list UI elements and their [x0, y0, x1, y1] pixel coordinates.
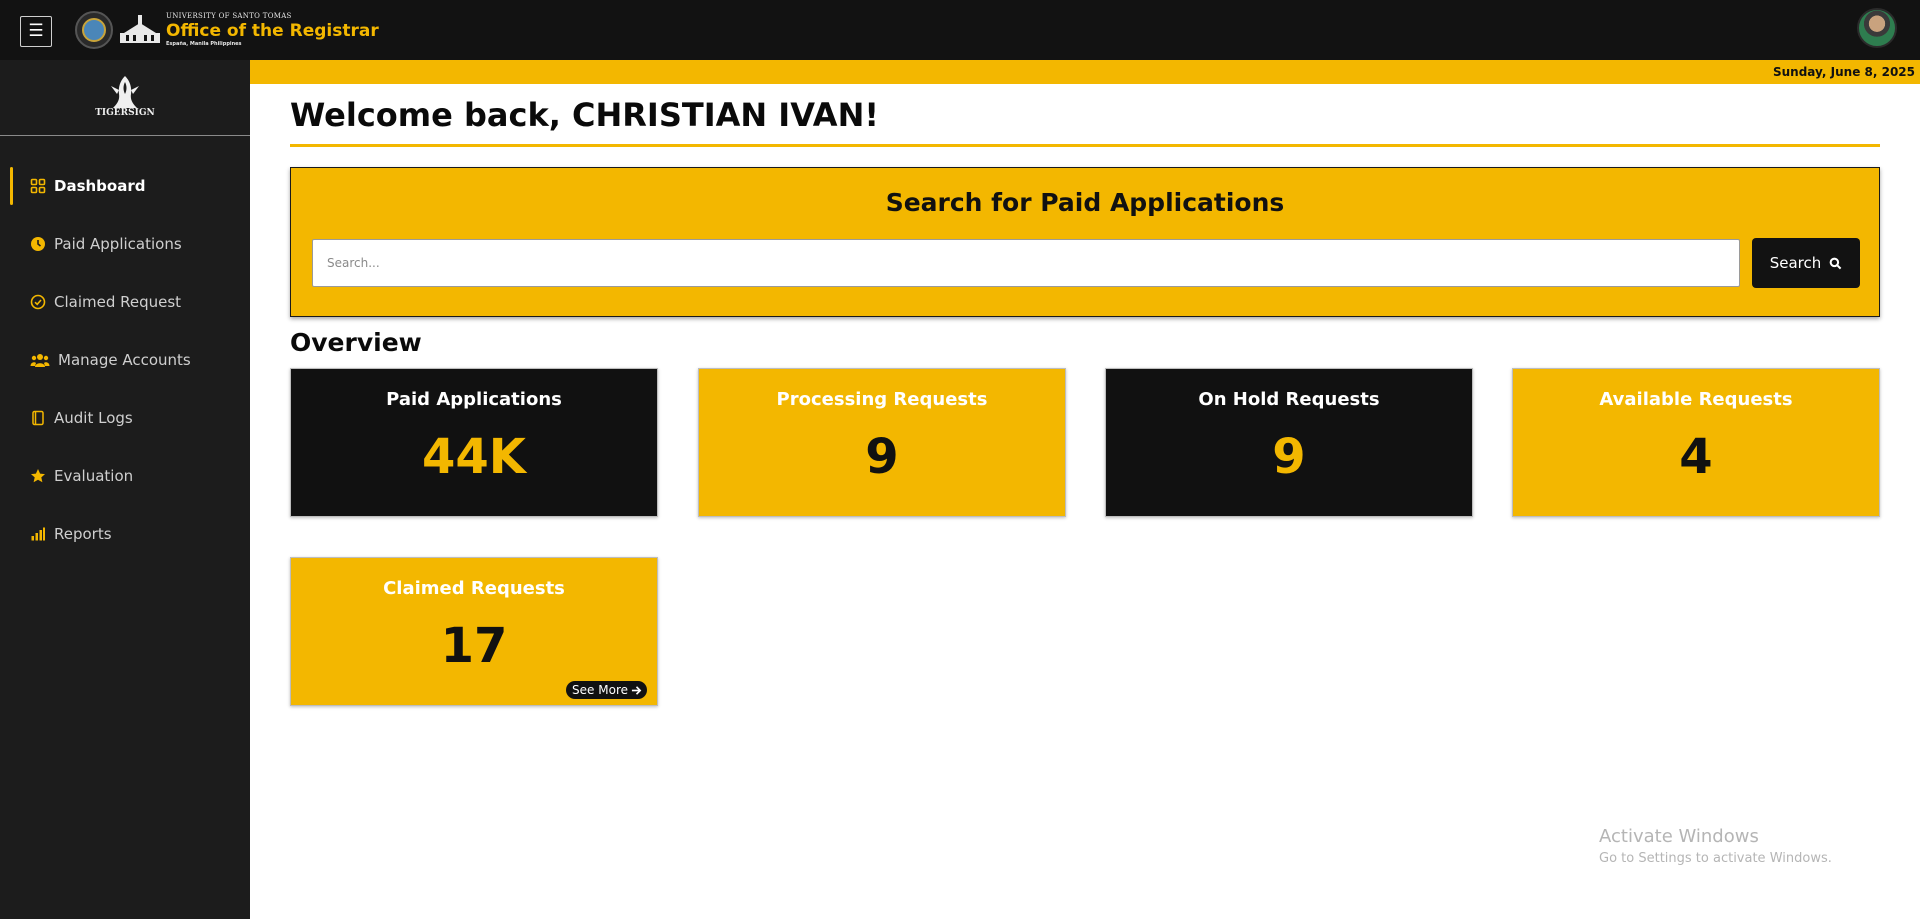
sidebar-nav: Dashboard Paid Applications Claimed Requ… [0, 157, 250, 563]
watermark-title: Activate Windows [1599, 826, 1759, 847]
office-location: España, Manila Philippines [166, 41, 242, 47]
card-title: On Hold Requests [1198, 389, 1380, 410]
sidebar-item-label: Dashboard [54, 177, 146, 195]
sidebar-item-label: Evaluation [54, 467, 134, 485]
sidebar-item-evaluation[interactable]: Evaluation [0, 447, 250, 505]
sidebar-item-dashboard[interactable]: Dashboard [0, 157, 250, 215]
sidebar-item-manage-accounts[interactable]: Manage Accounts [0, 331, 250, 389]
card-value: 44K [422, 429, 526, 485]
sidebar-item-reports[interactable]: Reports [0, 505, 250, 563]
search-panel: Search for Paid Applications Search [290, 167, 1880, 317]
sidebar-item-label: Paid Applications [54, 235, 182, 253]
welcome-heading: Welcome back, CHRISTIAN IVAN! [290, 96, 879, 134]
sidebar-item-label: Manage Accounts [58, 351, 191, 369]
university-name: UNIVERSITY OF SANTO TOMAS [166, 12, 292, 20]
see-more-label: See More [572, 683, 628, 697]
watermark-subtitle: Go to Settings to activate Windows. [1599, 851, 1832, 866]
card-value: 9 [1272, 429, 1306, 485]
card-value: 9 [865, 429, 899, 485]
users-icon [30, 352, 50, 368]
search-icon [1829, 257, 1842, 269]
book-icon [30, 410, 46, 426]
tigersign-logo: TIGERSIGN [0, 60, 250, 136]
star-icon [30, 468, 46, 484]
tigersign-text: TIGERSIGN [95, 108, 155, 118]
card-title: Processing Requests [776, 389, 988, 410]
card-title: Claimed Requests [383, 578, 565, 599]
grid-icon [30, 178, 46, 194]
sidebar: TIGERSIGN Dashboard Paid Applications Cl… [0, 60, 250, 919]
search-button-label: Search [1769, 254, 1822, 272]
sidebar-item-claimed-request[interactable]: Claimed Request [0, 273, 250, 331]
sidebar-item-label: Audit Logs [54, 409, 133, 427]
tiger-icon [111, 76, 139, 108]
activate-windows-watermark: Activate Windows Go to Settings to activ… [1599, 826, 1832, 866]
stat-card-available-requests: Available Requests 4 [1512, 368, 1880, 517]
top-bar: ☰ UNIVERSITY OF SANTO TOMAS Office of th… [0, 0, 1920, 60]
search-input[interactable] [312, 239, 1740, 287]
divider [290, 144, 1880, 147]
overview-heading: Overview [290, 328, 422, 357]
clock-icon [30, 236, 46, 252]
search-title: Search for Paid Applications [885, 188, 1285, 217]
current-date: Sunday, June 8, 2025 [1772, 65, 1915, 79]
brand-block: UNIVERSITY OF SANTO TOMAS Office of the … [166, 12, 379, 48]
arrow-right-icon [631, 685, 642, 695]
university-seal-logo [75, 11, 113, 49]
sidebar-item-paid-applications[interactable]: Paid Applications [0, 215, 250, 273]
search-button[interactable]: Search [1752, 238, 1860, 288]
building-logo [120, 15, 160, 43]
bar-chart-icon [30, 526, 46, 542]
see-more-button[interactable]: See More [566, 681, 647, 699]
user-avatar[interactable] [1857, 8, 1897, 48]
stat-card-processing-requests: Processing Requests 9 [698, 368, 1066, 517]
card-value: 17 [440, 618, 508, 674]
sidebar-item-label: Reports [54, 525, 112, 543]
office-title: Office of the Registrar [166, 21, 379, 41]
card-value: 4 [1679, 429, 1713, 485]
sidebar-item-audit-logs[interactable]: Audit Logs [0, 389, 250, 447]
date-bar: Sunday, June 8, 2025 [250, 60, 1920, 84]
stat-card-on-hold-requests: On Hold Requests 9 [1105, 368, 1473, 517]
stat-card-claimed-requests: Claimed Requests 17 See More [290, 557, 658, 706]
check-circle-icon [30, 294, 46, 310]
hamburger-menu-button[interactable]: ☰ [20, 16, 52, 47]
card-title: Available Requests [1599, 389, 1793, 410]
card-title: Paid Applications [386, 389, 562, 410]
sidebar-item-label: Claimed Request [54, 293, 182, 311]
stat-card-paid-applications: Paid Applications 44K [290, 368, 658, 517]
